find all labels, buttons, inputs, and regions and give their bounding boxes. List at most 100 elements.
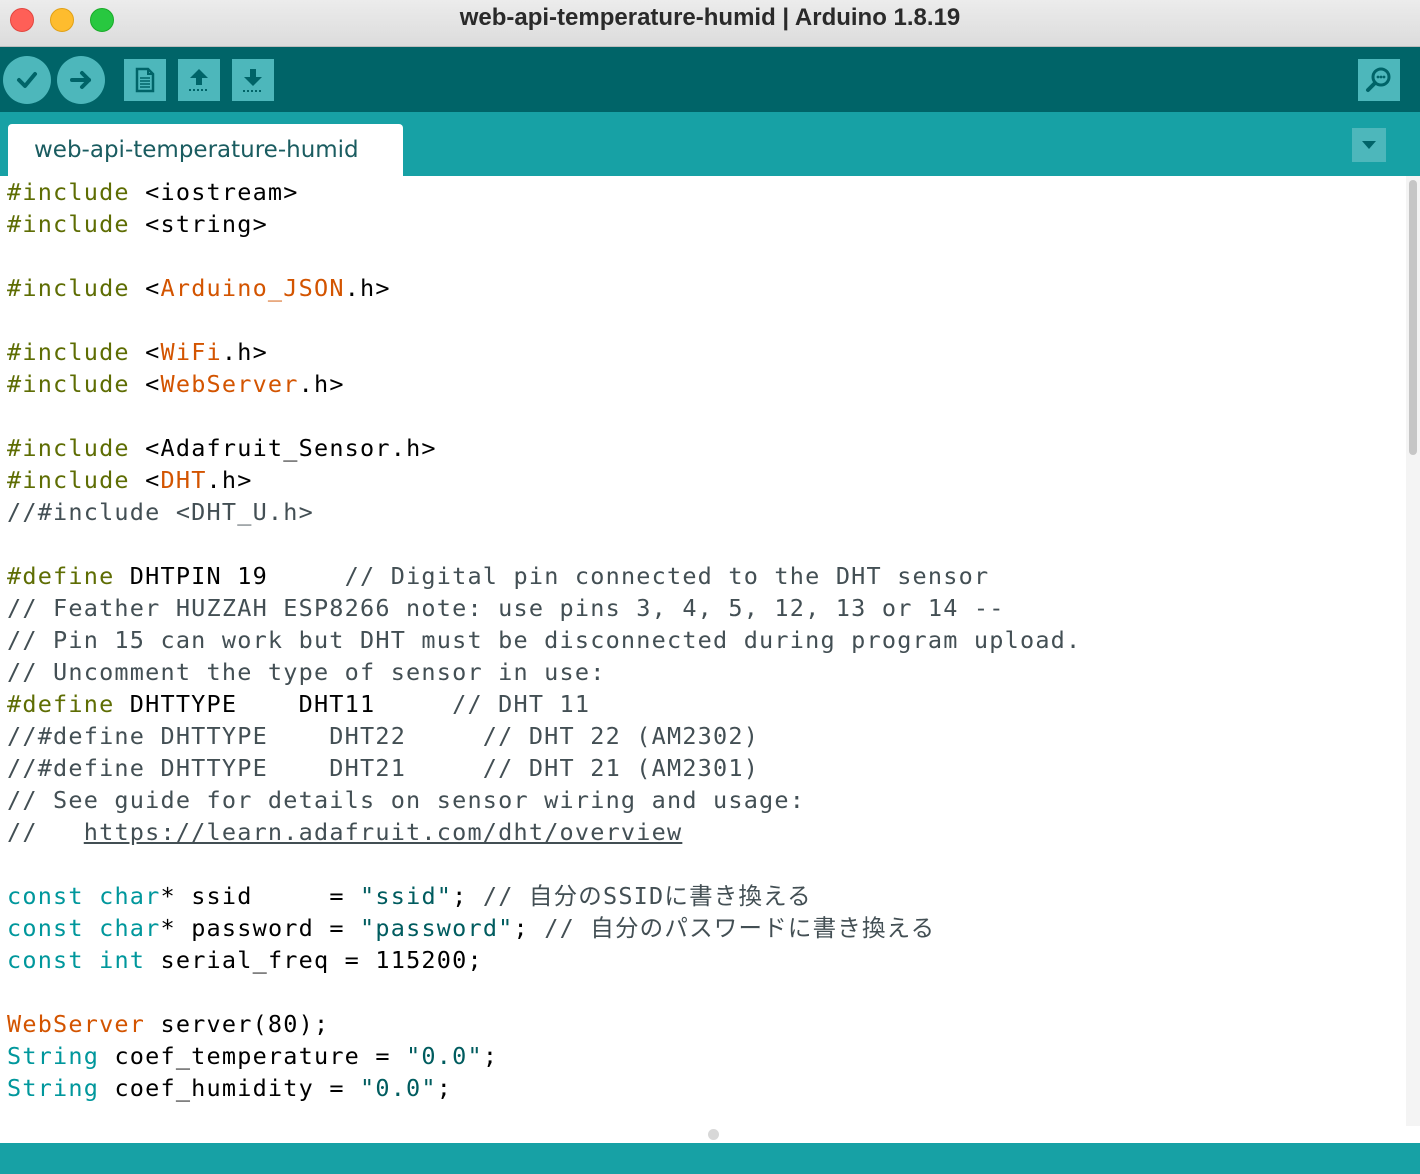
code-text-token: .h> xyxy=(221,338,268,366)
code-line: #include <Arduino_JSON.h> xyxy=(0,272,1406,304)
code-text-token: DHTPIN 19 xyxy=(114,562,345,590)
code-line: ​ xyxy=(0,528,1406,560)
code-text-token: ; xyxy=(513,914,545,942)
tab-bar: web-api-temperature-humid xyxy=(0,112,1420,176)
code-text-token: < xyxy=(129,338,161,366)
type-keyword-token: const xyxy=(7,914,84,942)
new-file-icon xyxy=(135,67,155,93)
code-line: #include <iostream> xyxy=(0,176,1406,208)
code-line: String coef_humidity = "0.0"; xyxy=(0,1072,1406,1104)
code-line: ​ xyxy=(0,240,1406,272)
code-line: #include <string> xyxy=(0,208,1406,240)
url-link[interactable]: https://learn.adafruit.com/dht/overview xyxy=(84,818,683,846)
code-text-token: < xyxy=(129,274,161,302)
comment-token: // 自分のSSIDに書き換える xyxy=(482,882,812,910)
code-line: #include <Adafruit_Sensor.h> xyxy=(0,432,1406,464)
preprocessor-token: #include xyxy=(7,210,130,238)
code-text-token: < xyxy=(129,466,161,494)
code-line: // https://learn.adafruit.com/dht/overvi… xyxy=(0,816,1406,848)
code-text-token: <Adafruit_Sensor.h> xyxy=(129,434,437,462)
code-line: #include <DHT.h> xyxy=(0,464,1406,496)
upload-button[interactable] xyxy=(57,56,105,104)
code-line: #include <WiFi.h> xyxy=(0,336,1406,368)
library-token: WebServer xyxy=(7,1010,146,1038)
code-line: // See guide for details on sensor wirin… xyxy=(0,784,1406,816)
comment-token: //#include <DHT_U.h> xyxy=(7,498,314,526)
code-text-token: serial_freq = 115200; xyxy=(145,946,483,974)
open-sketch-button[interactable] xyxy=(178,59,220,101)
code-line: ​ xyxy=(0,976,1406,1008)
code-text-token: < xyxy=(129,370,161,398)
code-text-token: coef_temperature = xyxy=(99,1042,407,1070)
code-line: //#define DHTTYPE DHT21 // DHT 21 (AM230… xyxy=(0,752,1406,784)
checkmark-icon xyxy=(17,72,37,88)
comment-token: // xyxy=(7,818,84,846)
preprocessor-token: #include xyxy=(7,370,130,398)
library-token: Arduino_JSON xyxy=(160,274,345,302)
type-keyword-token: int xyxy=(99,946,146,974)
comment-token: //#define DHTTYPE DHT21 // DHT 21 (AM230… xyxy=(7,754,760,782)
code-text-token: * password = xyxy=(160,914,361,942)
code-line: //#define DHTTYPE DHT22 // DHT 22 (AM230… xyxy=(0,720,1406,752)
right-arrow-icon xyxy=(70,71,91,89)
code-line: ​ xyxy=(0,304,1406,336)
comment-token: // Uncomment the type of sensor in use: xyxy=(7,658,606,686)
code-text-token: ; xyxy=(482,1042,499,1070)
code-editor[interactable]: #include <iostream>#include <string>​#in… xyxy=(0,176,1406,1126)
type-keyword-token: const xyxy=(7,882,84,910)
code-line: #define DHTTYPE DHT11 // DHT 11 xyxy=(0,688,1406,720)
code-text-token: DHTTYPE DHT11 xyxy=(114,690,453,718)
new-sketch-button[interactable] xyxy=(124,59,166,101)
string-literal-token: "0.0" xyxy=(360,1074,437,1102)
comment-token: //#define DHTTYPE DHT22 // DHT 22 (AM230… xyxy=(7,722,760,750)
code-line: const char* password = "password"; // 自分… xyxy=(0,912,1406,944)
open-arrow-up-icon xyxy=(189,69,209,91)
library-token: DHT xyxy=(160,466,207,494)
code-line: // Feather HUZZAH ESP8266 note: use pins… xyxy=(0,592,1406,624)
tab-menu-button[interactable] xyxy=(1352,128,1386,162)
preprocessor-token: #include xyxy=(7,178,130,206)
preprocessor-token: #include xyxy=(7,466,130,494)
code-text-token: ; xyxy=(436,1074,453,1102)
comment-token: // Feather HUZZAH ESP8266 note: use pins… xyxy=(7,594,1005,622)
preprocessor-token: #include xyxy=(7,274,130,302)
toolbar xyxy=(0,47,1420,112)
code-line: // Pin 15 can work but DHT must be disco… xyxy=(0,624,1406,656)
code-line: #include <WebServer.h> xyxy=(0,368,1406,400)
code-text-token: ; xyxy=(452,882,483,910)
comment-token: // DHT 11 xyxy=(452,690,591,718)
code-line: WebServer server(80); xyxy=(0,1008,1406,1040)
code-line: ​ xyxy=(0,400,1406,432)
tab-web-api-temperature-humid[interactable]: web-api-temperature-humid xyxy=(8,124,403,176)
preprocessor-token: #define xyxy=(7,690,115,718)
code-text-token: * ssid = xyxy=(160,882,361,910)
verify-button[interactable] xyxy=(3,56,51,104)
type-keyword-token: String xyxy=(7,1042,100,1070)
type-keyword-token: char xyxy=(99,882,161,910)
code-line: //#include <DHT_U.h> xyxy=(0,496,1406,528)
code-text-token: .h> xyxy=(298,370,345,398)
code-text-token: server(80); xyxy=(145,1010,330,1038)
console-divider-handle[interactable] xyxy=(708,1129,719,1140)
preprocessor-token: #include xyxy=(7,434,130,462)
code-line: // Uncomment the type of sensor in use: xyxy=(0,656,1406,688)
save-sketch-button[interactable] xyxy=(232,59,274,101)
vertical-scrollbar-thumb[interactable] xyxy=(1409,180,1417,455)
library-token: WebServer xyxy=(160,370,299,398)
serial-monitor-button[interactable] xyxy=(1358,59,1400,101)
preprocessor-token: #include xyxy=(7,338,130,366)
window-title: web-api-temperature-humid | Arduino 1.8.… xyxy=(459,4,961,31)
chevron-down-icon xyxy=(1362,141,1376,149)
code-text-token: <iostream> xyxy=(129,178,299,206)
title-bar: web-api-temperature-humid | Arduino 1.8.… xyxy=(0,0,1420,47)
type-keyword-token: String xyxy=(7,1074,100,1102)
type-keyword-token: const xyxy=(7,946,84,974)
code-text-token: <string> xyxy=(129,210,268,238)
string-literal-token: "0.0" xyxy=(406,1042,483,1070)
code-text-token: coef_humidity = xyxy=(99,1074,361,1102)
comment-token: // See guide for details on sensor wirin… xyxy=(7,786,806,814)
code-line: const char* ssid = "ssid"; // 自分のSSIDに書き… xyxy=(0,880,1406,912)
string-literal-token: "ssid" xyxy=(360,882,453,910)
